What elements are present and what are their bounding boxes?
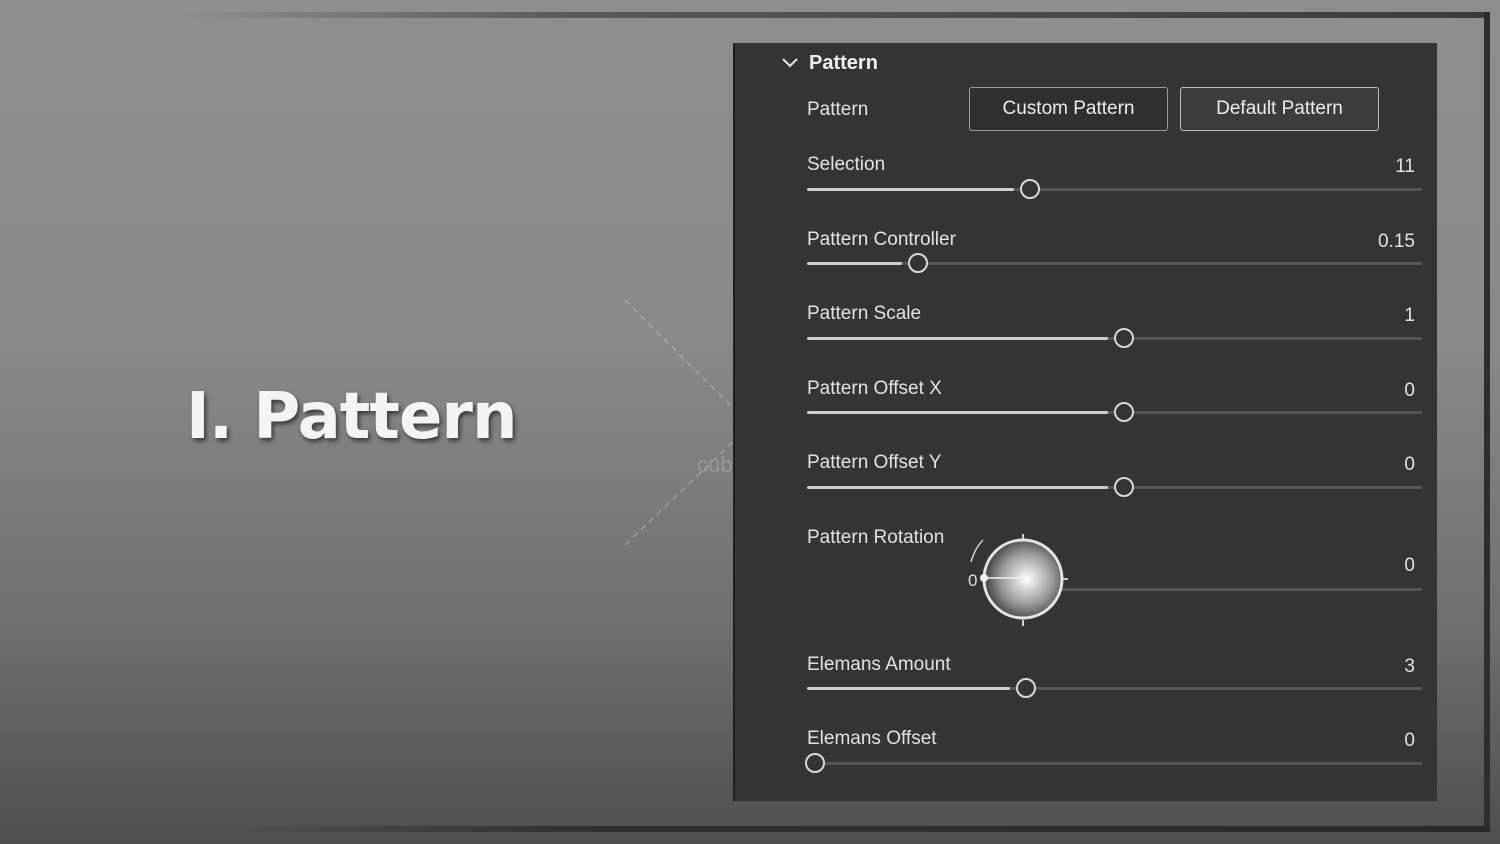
pattern-rotation-label: Pattern Rotation (807, 527, 945, 548)
elemans-amount-fill (807, 687, 1010, 690)
frame-bottom-edge (240, 826, 1490, 832)
selection-slider[interactable] (807, 179, 1422, 199)
default-pattern-button[interactable]: Default Pattern (1180, 87, 1379, 131)
pattern-offset-x-value: 0 (1404, 380, 1415, 401)
rotation-dial[interactable]: 0 (967, 534, 1071, 626)
elemans-amount-thumb[interactable] (1016, 678, 1036, 698)
pattern-scale-label: Pattern Scale (807, 303, 922, 324)
elemans-offset-thumb[interactable] (805, 753, 825, 773)
pattern-offset-y-thumb[interactable] (1114, 477, 1134, 497)
pattern-scale-value: 1 (1404, 305, 1415, 326)
custom-pattern-button[interactable]: Custom Pattern (969, 87, 1168, 131)
pattern-rotation-value: 0 (1404, 555, 1415, 576)
pattern-offset-x-fill (807, 411, 1108, 414)
selection-thumb[interactable] (1020, 179, 1040, 199)
elemans-amount-value: 3 (1404, 656, 1415, 677)
elemans-offset-value: 0 (1404, 730, 1415, 751)
pattern-row-label: Pattern (807, 99, 869, 120)
pattern-scale-fill (807, 337, 1108, 340)
pattern-scale-thumb[interactable] (1114, 328, 1134, 348)
pattern-controller-thumb[interactable] (908, 253, 928, 273)
frame-right-edge (1484, 12, 1490, 832)
pattern-settings-panel: Pattern Pattern Custom Pattern Default P… (733, 43, 1437, 801)
rotation-dial-value: 0 (968, 571, 977, 590)
pattern-controller-value: 0.15 (1378, 231, 1415, 252)
pattern-offset-y-fill (807, 486, 1108, 489)
elemans-offset-track[interactable] (807, 762, 1422, 765)
selection-label: Selection (807, 154, 886, 175)
pattern-offset-y-value: 0 (1404, 454, 1415, 475)
elemans-amount-slider[interactable] (807, 678, 1422, 698)
frame-top-edge (180, 12, 1490, 18)
selection-fill (807, 188, 1014, 191)
pattern-offset-y-slider[interactable] (807, 477, 1422, 497)
pattern-rotation-slider[interactable] (1029, 579, 1422, 599)
pattern-scale-slider[interactable] (807, 328, 1422, 348)
pattern-rotation-track[interactable] (1031, 588, 1422, 591)
pattern-controller-fill (807, 262, 902, 265)
pattern-section-header[interactable]: Pattern (781, 49, 878, 77)
elemans-amount-label: Elemans Amount (807, 654, 951, 675)
elemans-offset-label: Elemans Offset (807, 728, 937, 749)
pattern-offset-x-label: Pattern Offset X (807, 378, 942, 399)
selection-value: 11 (1395, 156, 1415, 177)
pattern-offset-x-slider[interactable] (807, 402, 1422, 422)
pattern-offset-y-label: Pattern Offset Y (807, 452, 942, 473)
section-title: Pattern (809, 51, 878, 74)
pattern-controller-slider[interactable] (807, 253, 1422, 273)
elemans-offset-slider[interactable] (805, 753, 1422, 773)
pattern-controller-label: Pattern Controller (807, 229, 956, 250)
pattern-offset-x-thumb[interactable] (1114, 402, 1134, 422)
chevron-down-icon[interactable] (781, 54, 799, 72)
page-headline: I. Pattern (186, 380, 517, 454)
